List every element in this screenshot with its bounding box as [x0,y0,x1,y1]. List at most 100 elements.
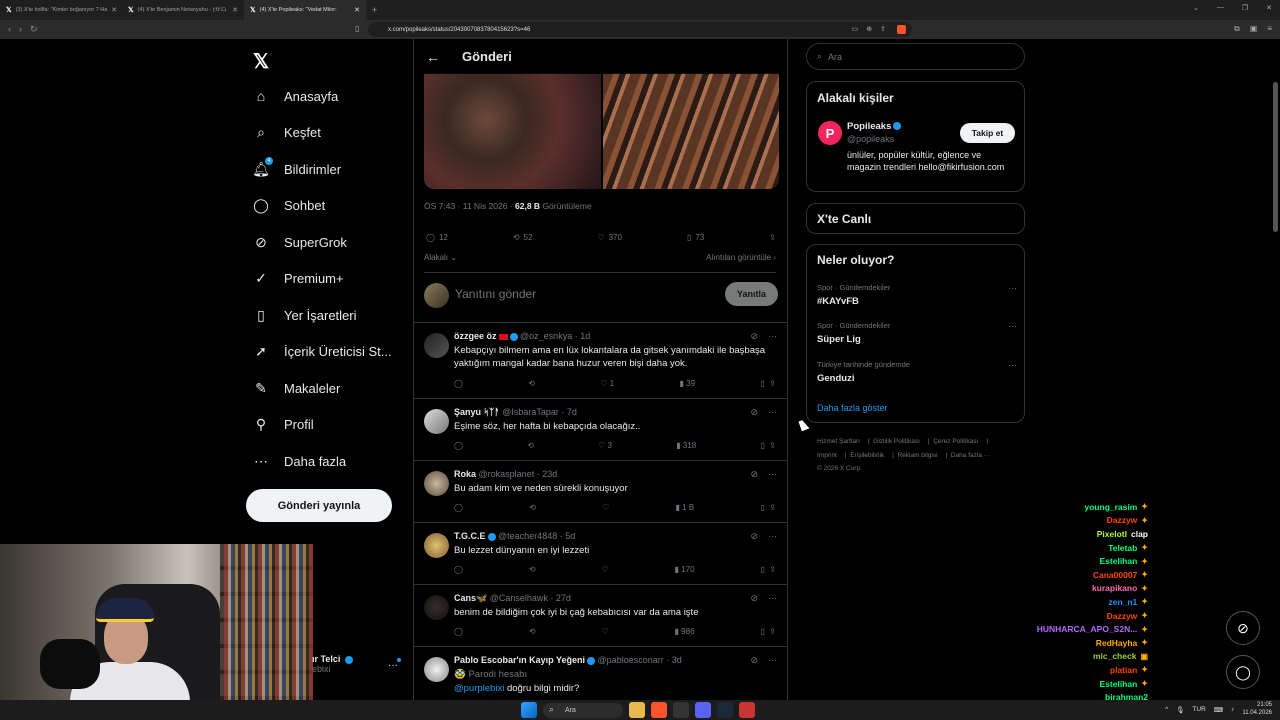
trend-item[interactable]: Spor · Gündemdekiler Süper Lig ··· [817,321,1017,345]
grok-icon[interactable]: ⊘ [750,407,758,418]
grok-icon[interactable]: ⊘ [750,531,758,542]
footer-link[interactable]: Daha fazla ··· [951,452,990,459]
avatar[interactable] [424,533,449,558]
discord-icon[interactable] [695,702,711,718]
bookmark-icon[interactable]: ▯ [355,24,359,33]
like-action[interactable]: ♡ 370 [597,233,622,242]
account-switcher[interactable]: ır Telci ebixi [312,654,353,674]
app-icon[interactable] [673,702,689,718]
view-quotes-link[interactable]: Alıntıları görüntüle › [706,253,776,262]
steam-icon[interactable] [717,702,733,718]
bookmark-action[interactable]: ▯ 73 [687,233,704,242]
author-name[interactable]: Cans🦋 [454,593,487,603]
avatar[interactable] [424,333,449,358]
scrollbar[interactable] [1273,82,1278,232]
repost-icon[interactable]: ⟲ [529,565,536,574]
footer-link[interactable]: Imprint [817,452,837,459]
volume-icon[interactable]: ♪ [1231,706,1234,713]
sidebar-item-more[interactable]: ⋯ Daha fazla [252,443,392,480]
reply-button[interactable]: Yanıtla [725,282,778,306]
sidebar-item-bookmarks[interactable]: ▯ Yer İşaretleri [252,297,392,334]
show-more-link[interactable]: Daha fazla göster [817,403,888,413]
browser-tab[interactable]: 𝕏 (4) X'te Benjamin Netanyahu - בנימין ✕ [122,0,244,20]
person-name[interactable]: Popileaks [847,121,902,132]
bookmark-icon[interactable]: ▯ ⇪ [760,627,776,636]
sidebar-item-supergrok[interactable]: ⊘ SuperGrok [252,224,392,261]
reply-icon[interactable]: ◯ [454,503,463,512]
repost-icon[interactable]: ⟲ [527,441,534,450]
list-item[interactable]: Cans🦋 @Canselhawk · 27d ⊘ ··· benim de bi… [414,585,787,647]
sidebar-item-chat[interactable]: ◯ Sohbet [252,188,392,225]
media-photo-people[interactable] [424,73,601,189]
zoom-icon[interactable]: ⊕ [866,25,872,33]
grok-icon[interactable]: ⊘ [750,331,758,342]
avatar[interactable] [424,471,449,496]
back-arrow-icon[interactable]: ← [426,49,440,65]
mic-icon[interactable]: 🎙︎ [1176,706,1184,714]
footer-link[interactable]: Çerez Politikası [933,438,978,445]
more-icon[interactable]: ··· [1008,283,1017,293]
reload-icon[interactable]: ↻ [30,24,38,35]
network-icon[interactable]: ⌨ [1214,706,1223,714]
list-item[interactable]: Pablo Escobar'ın Kayıp Yeğeni @pabloesco… [414,647,787,700]
x-logo[interactable]: 𝕏 [253,49,269,74]
extension-icon[interactable]: ⧉ [1234,24,1240,34]
share-action[interactable]: ⇪ [769,233,776,242]
more-icon[interactable]: ··· [768,407,777,418]
trend-item[interactable]: Spor · Gündemdekiler #KAYvFB ··· [817,283,1017,307]
sidebar-item-notifications[interactable]: 🔔︎ 4 Bildirimler [252,151,392,188]
search-input[interactable]: ⌕ Ara [806,43,1025,70]
url-field[interactable]: x.com/popileaks/status/20430070837804156… [368,22,912,37]
list-item[interactable]: T.G.C.E @teacher4848 · 5d ⊘ ··· Bu lezzet… [414,523,787,585]
new-tab-button[interactable]: + [372,5,377,15]
repost-icon[interactable]: ⟲ [529,627,536,636]
brave-shield-icon[interactable] [897,25,906,34]
bookmark-icon[interactable]: ▯ ⇪ [760,565,776,574]
mention-link[interactable]: @purplebixi [454,683,504,694]
maximize-icon[interactable]: ❐ [1242,4,1248,12]
browser-tab-active[interactable]: 𝕏 (4) X'te Popileaks: "Vedat Milor: ✕ [244,0,366,20]
sidebar-item-creator-studio[interactable]: ➚ İçerik Üreticisi St... [252,334,392,371]
sidebar-item-premium[interactable]: ✓ Premium+ [252,261,392,298]
media-photo-kebab[interactable] [602,73,779,189]
reply-icon[interactable]: ◯ [454,379,463,388]
like-action[interactable]: ♡ 3 [598,441,612,450]
footer-link[interactable]: Reklam bilgisi [897,452,937,459]
sidebar-item-articles[interactable]: ✎ Makaleler [252,370,392,407]
views-action[interactable]: ▮ 1 B [676,503,695,512]
avatar[interactable] [424,409,449,434]
menu-icon[interactable]: ≡ [1267,24,1272,34]
author-name[interactable]: Roka [454,469,476,479]
views-action[interactable]: ▮ 986 [675,627,695,636]
reply-icon[interactable]: ◯ [454,565,463,574]
brave-icon[interactable] [651,702,667,718]
minimize-icon[interactable]: — [1217,4,1224,12]
list-item[interactable]: Roka @rokasplanet · 23d ⊘ ··· Bu adam kim… [414,461,787,523]
chevron-up-icon[interactable]: ^ [1165,706,1168,713]
wallet-icon[interactable]: ▣ [1250,24,1258,34]
follow-button[interactable]: Takip et [960,123,1015,143]
views-action[interactable]: ▮ 318 [676,441,696,450]
grok-icon[interactable]: ⊘ [750,655,758,666]
more-icon[interactable]: ··· [768,593,777,604]
grok-fab-button[interactable]: ⊘ [1226,611,1260,645]
list-item[interactable]: özzgee öz @oz_esnkya · 1d ⊘ ··· Kebapçıyı… [414,323,787,399]
post-media[interactable] [424,73,779,189]
like-action[interactable]: ♡ 1 [600,379,614,388]
more-icon[interactable]: ··· [768,655,777,666]
footer-link[interactable]: Erişilebilirlik [850,452,884,459]
folder-icon[interactable] [629,702,645,718]
repost-icon[interactable]: ⟲ [528,379,535,388]
footer-link[interactable]: Hizmet Şartları [817,438,860,445]
clock[interactable]: 21:05 11.04.2026 [1242,702,1272,717]
messages-fab-button[interactable]: ◯ [1226,655,1260,689]
author-name[interactable]: T.G.C.E [454,531,486,541]
heart-icon[interactable]: ♡ [602,503,609,512]
account-more-icon[interactable]: ··· [388,660,398,671]
views-action[interactable]: ▮ 39 [680,379,696,388]
forward-icon[interactable]: › [19,24,22,35]
more-icon[interactable]: ··· [1008,360,1017,370]
back-icon[interactable]: ‹ [8,24,11,35]
author-name[interactable]: Şanyu ᛋᛉᚨ [454,407,500,417]
reply-icon[interactable]: ◯ [454,441,463,450]
